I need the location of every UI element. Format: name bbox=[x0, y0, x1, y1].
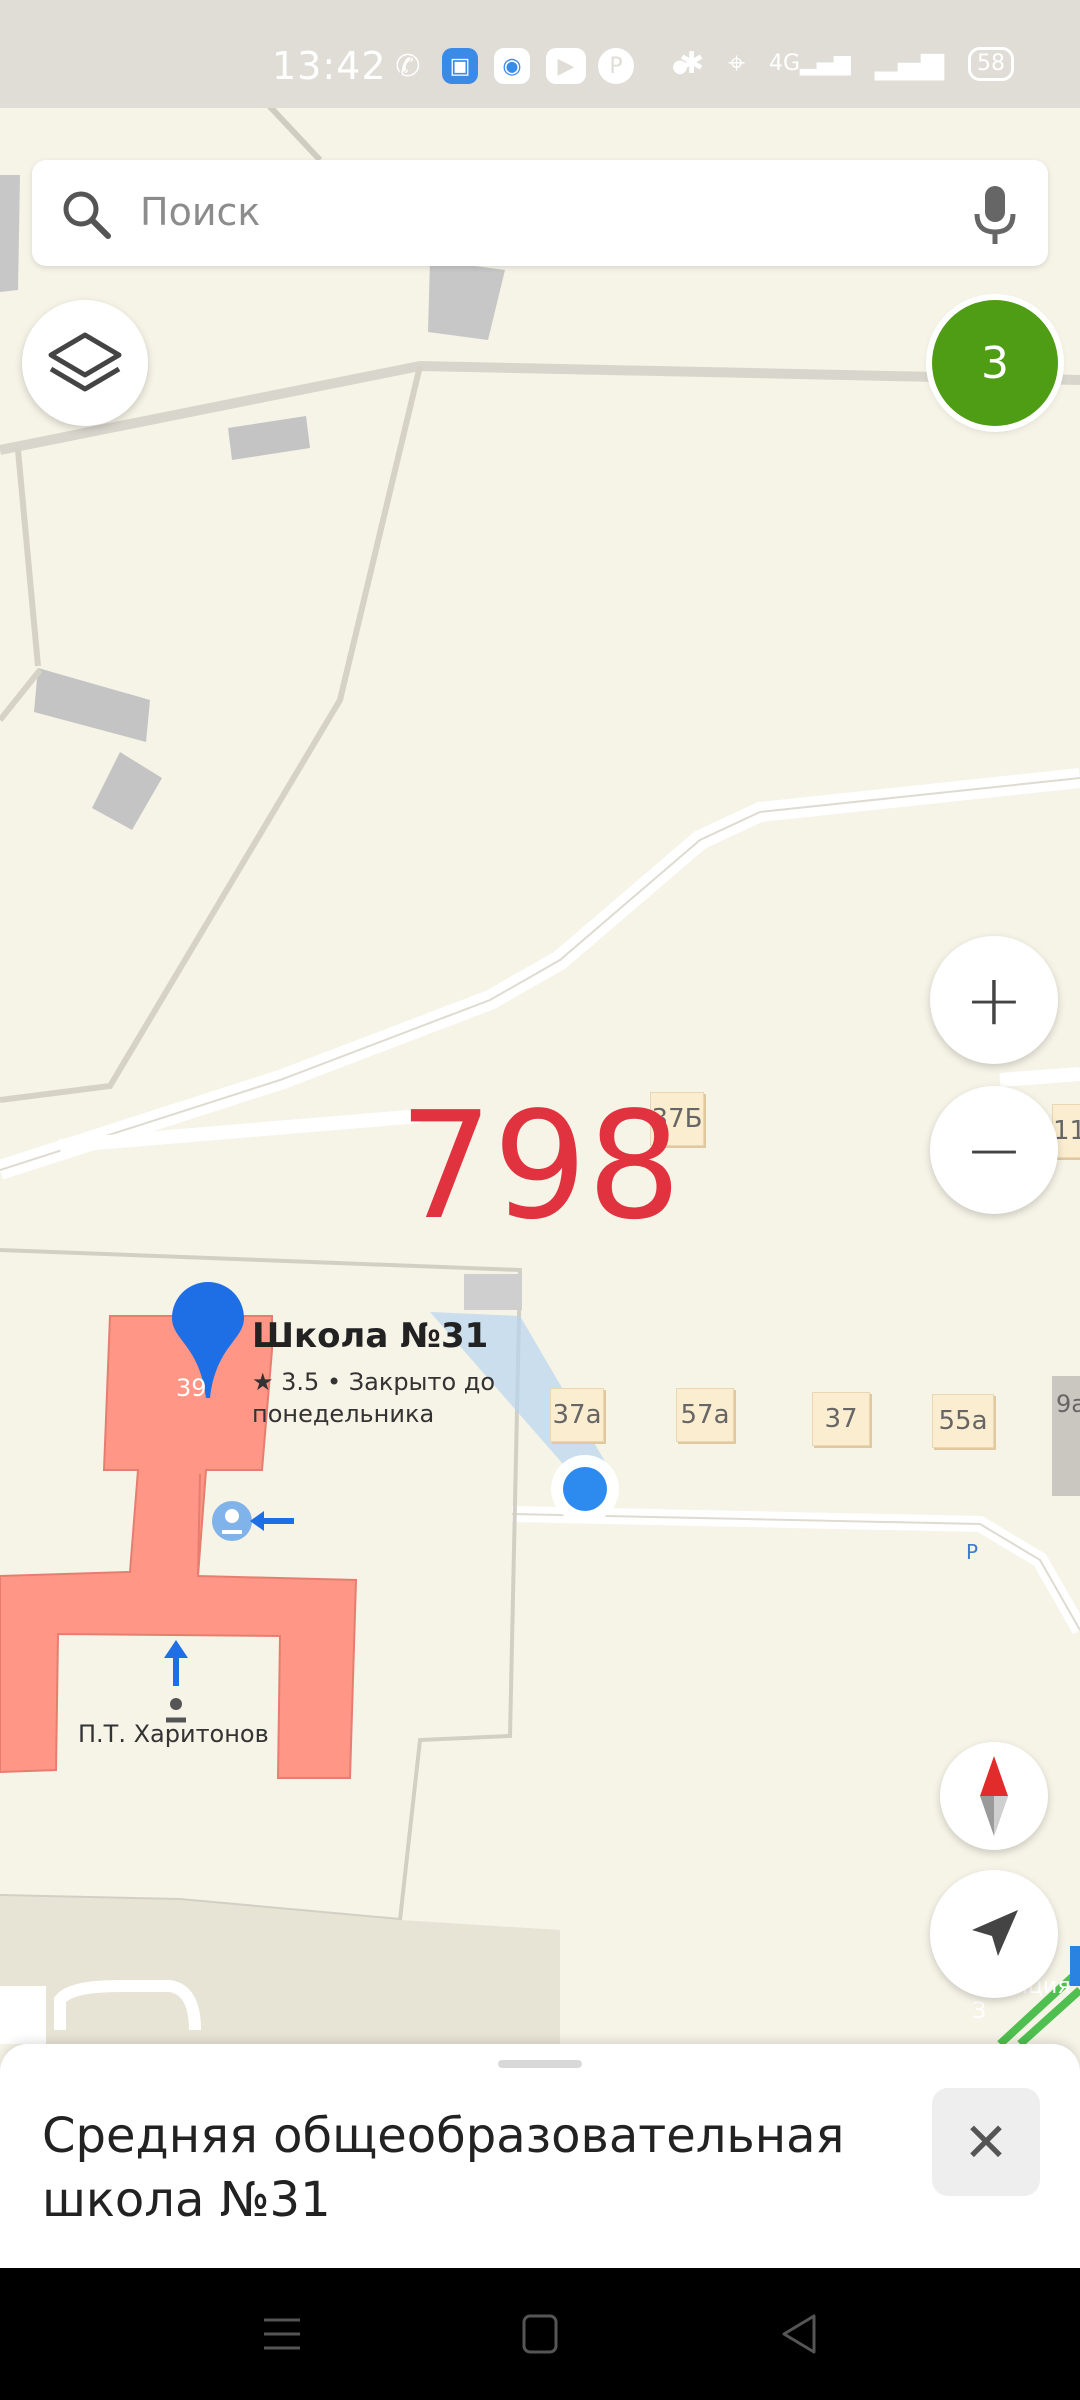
back-icon[interactable] bbox=[780, 2314, 818, 2354]
system-navigation-bar bbox=[0, 2268, 1080, 2400]
compass-button[interactable] bbox=[940, 1742, 1048, 1850]
signal-icon-2: ▂▄▆ bbox=[874, 46, 944, 81]
pinterest-icon: P bbox=[598, 48, 634, 84]
user-location-icon bbox=[551, 1455, 619, 1523]
house-number-label: 37а bbox=[550, 1388, 604, 1442]
signal-icon: 4G▂▄▆ bbox=[768, 51, 851, 76]
menu-icon[interactable] bbox=[262, 2316, 302, 2352]
entrance-arrow-icon bbox=[164, 1640, 188, 1723]
status-time: 13:42 bbox=[272, 44, 387, 88]
traffic-score-badge[interactable]: 3 bbox=[932, 300, 1058, 426]
bluetooth-icon: ✱ bbox=[678, 46, 705, 81]
zoom-in-button[interactable]: + bbox=[930, 936, 1058, 1064]
status-right: ✱ ⌖ 4G▂▄▆ ▂▄▆ 58 bbox=[679, 46, 1014, 81]
assistant-icon: ◉ bbox=[494, 48, 530, 84]
search-icon bbox=[63, 191, 111, 239]
network-type: 4G bbox=[768, 51, 801, 76]
monument-label[interactable]: П.Т. Харитонов bbox=[78, 1720, 269, 1748]
sheet-drag-handle[interactable] bbox=[498, 2060, 582, 2068]
layers-button[interactable] bbox=[22, 300, 148, 426]
plus-icon: + bbox=[964, 959, 1024, 1041]
house-number-label: 9а bbox=[1056, 1390, 1080, 1418]
location-icon: ⌖ bbox=[728, 46, 745, 81]
poi-marker-number: 39 bbox=[176, 1374, 207, 1402]
parking-label: P bbox=[966, 1540, 979, 1564]
search-bar[interactable]: Поиск bbox=[32, 160, 1048, 266]
place-title: Средняя общеобразовательная школа №31 bbox=[42, 2108, 845, 2228]
layers-icon bbox=[48, 332, 122, 392]
viber-icon: ✆ bbox=[395, 48, 421, 84]
house-number-label: 57а bbox=[676, 1388, 734, 1442]
my-location-button[interactable] bbox=[930, 1870, 1058, 1998]
microphone-icon[interactable] bbox=[970, 184, 1020, 246]
youtube-icon: ▶ bbox=[546, 48, 586, 84]
app-icon: ▣ bbox=[442, 48, 478, 84]
home-icon[interactable] bbox=[522, 2314, 558, 2354]
battery-indicator: 58 bbox=[968, 46, 1014, 81]
house-number-label: 55а bbox=[932, 1394, 994, 1448]
poi-rating-status: ★ 3.5 • Закрыто до понедельника bbox=[252, 1368, 496, 1428]
minus-icon: − bbox=[964, 1109, 1024, 1191]
navigation-arrow-icon bbox=[972, 1910, 1018, 1956]
status-bar: 13:42 ✆ ▣ ◉ ▶ P ● ✱ ⌖ 4G▂▄▆ ▂▄▆ 58 bbox=[0, 0, 1080, 108]
search-input[interactable]: Поиск bbox=[140, 190, 260, 234]
poi-title[interactable]: Школа №31 bbox=[252, 1316, 488, 1356]
compass-icon bbox=[980, 1756, 1008, 1836]
overlay-counter: 798 bbox=[398, 1080, 682, 1252]
entrance-icon bbox=[212, 1501, 294, 1541]
close-icon: ✕ bbox=[963, 2110, 1009, 2174]
place-bottom-sheet[interactable]: Средняя общеобразовательная школа №31 ✕ bbox=[0, 2044, 1080, 2268]
zoom-out-button[interactable]: − bbox=[930, 1086, 1058, 1214]
close-button[interactable]: ✕ bbox=[932, 2088, 1040, 2196]
house-number-label: 37 bbox=[812, 1392, 870, 1446]
